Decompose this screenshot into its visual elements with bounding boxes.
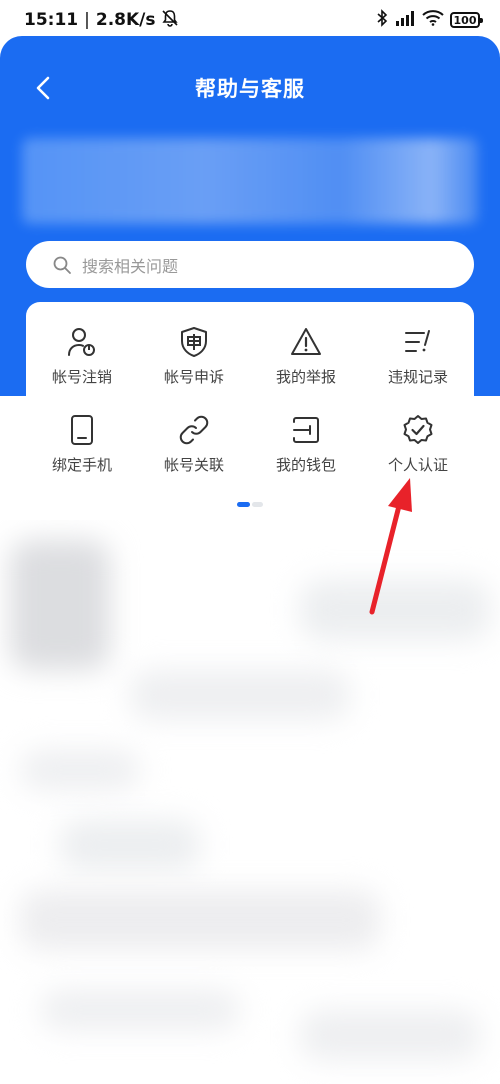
shield-shen-icon <box>181 327 207 357</box>
page-dot-active <box>237 502 250 507</box>
action-account-cancel[interactable]: 帐号注销 <box>26 326 138 392</box>
top-bar: 帮助与客服 <box>0 60 500 116</box>
action-bind-phone[interactable]: 绑定手机 <box>26 414 138 480</box>
status-separator: | <box>84 10 90 30</box>
page-indicator <box>237 502 263 507</box>
back-button[interactable] <box>26 70 62 106</box>
action-label: 帐号注销 <box>51 368 112 386</box>
action-label: 违规记录 <box>387 368 448 386</box>
action-account-appeal[interactable]: 帐号申诉 <box>138 326 250 392</box>
search-icon <box>53 256 71 274</box>
action-label: 帐号关联 <box>163 456 224 474</box>
blurred-block <box>130 670 350 720</box>
action-label: 帐号申诉 <box>163 368 224 386</box>
status-bar: 15:11 | 2.8K/s 100 <box>0 0 500 40</box>
bluetooth-icon <box>376 8 388 32</box>
annotation-arrow-icon <box>369 478 412 615</box>
page-dot-inactive <box>252 502 263 507</box>
action-my-wallet[interactable]: 我的钱包 <box>250 414 362 480</box>
action-label: 我的举报 <box>275 368 336 386</box>
quick-actions-grid: 帐号注销 帐号申诉 我的举报 违规记录 绑定手机 帐号关联 我的钱包 个人认证 <box>26 326 474 480</box>
user-power-icon <box>68 328 95 356</box>
status-time: 15:11 <box>24 10 79 30</box>
action-my-reports[interactable]: 我的举报 <box>250 326 362 392</box>
battery-icon: 100 <box>450 12 483 28</box>
action-violation-records[interactable]: 违规记录 <box>362 326 474 392</box>
chevron-left-icon <box>36 76 50 100</box>
signal-icon <box>394 10 416 31</box>
battery-level: 100 <box>453 13 477 27</box>
mute-icon <box>161 9 179 32</box>
list-flag-icon <box>405 330 430 352</box>
action-account-link[interactable]: 帐号关联 <box>138 414 250 480</box>
warning-triangle-icon <box>291 328 321 355</box>
status-network-speed: 2.8K/s <box>95 10 156 30</box>
blurred-block <box>40 990 240 1030</box>
search-input[interactable]: 搜索相关问题 <box>26 241 474 288</box>
action-label: 绑定手机 <box>51 456 112 474</box>
wallet-icon <box>293 417 319 443</box>
page-title: 帮助与客服 <box>195 77 305 101</box>
search-placeholder: 搜索相关问题 <box>82 256 179 276</box>
blurred-banner[interactable] <box>22 138 478 224</box>
blurred-block <box>20 890 380 950</box>
wifi-icon <box>422 9 444 31</box>
phone-icon <box>71 415 93 445</box>
blurred-block <box>20 750 140 790</box>
blurred-block <box>10 540 110 670</box>
link-icon <box>179 415 209 445</box>
status-right: 100 <box>376 8 483 32</box>
action-label: 我的钱包 <box>275 456 336 474</box>
verified-badge-icon <box>403 415 433 444</box>
blurred-block <box>300 1010 480 1060</box>
blurred-block <box>60 820 200 870</box>
status-left: 15:11 | 2.8K/s <box>24 9 179 32</box>
